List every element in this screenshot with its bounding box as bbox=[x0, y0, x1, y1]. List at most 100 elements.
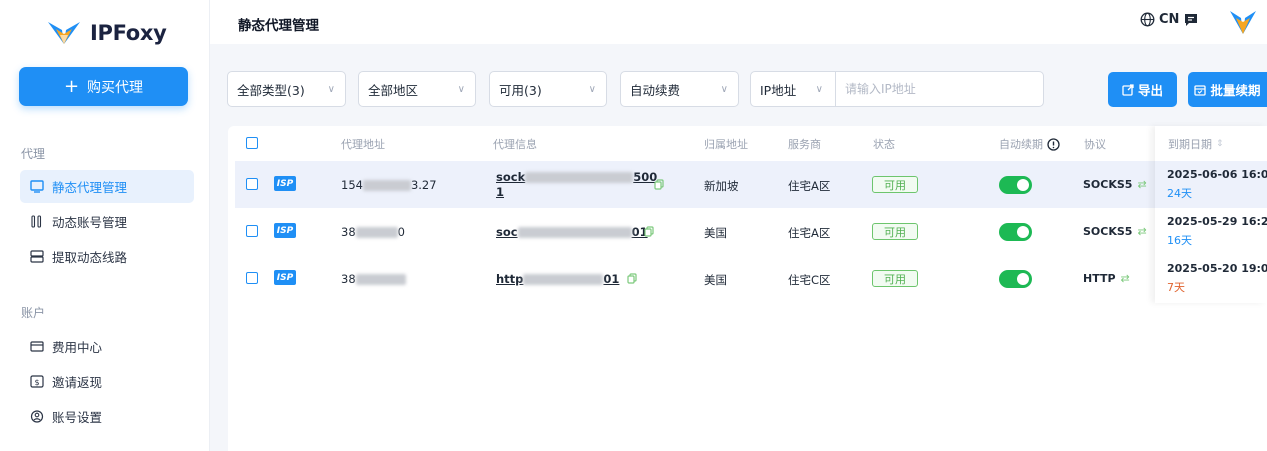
brand-name: IPFoxy bbox=[90, 21, 167, 45]
buy-proxy-button[interactable]: + 购买代理 bbox=[19, 67, 188, 106]
user-icon bbox=[30, 410, 44, 423]
status-badge: 可用 bbox=[872, 176, 918, 193]
calendar-icon bbox=[1194, 84, 1207, 96]
protocol-cell: HTTP ⇄ bbox=[1083, 272, 1130, 285]
sidebar-item-dynamic-account[interactable]: 动态账号管理 bbox=[20, 205, 194, 238]
sidebar-item-account-settings[interactable]: 账号设置 bbox=[20, 400, 194, 433]
days-remaining: 7天 bbox=[1167, 281, 1185, 294]
row-checkbox[interactable] bbox=[246, 178, 258, 190]
row-checkbox[interactable] bbox=[246, 272, 258, 284]
expiry-column: 到期日期 ⇕ 2025-06-06 16:05:01 24天 2025-05-29… bbox=[1155, 126, 1267, 303]
row-checkbox[interactable] bbox=[246, 225, 258, 237]
avatar[interactable] bbox=[1228, 8, 1258, 36]
type-filter-value: 全部类型(3) bbox=[237, 82, 305, 98]
sidebar-item-extract-lines[interactable]: 提取动态线路 bbox=[20, 240, 194, 273]
copy-icon[interactable] bbox=[654, 179, 664, 190]
proxy-info-link[interactable]: sock 500 1 bbox=[496, 170, 657, 200]
language-label: CN bbox=[1159, 12, 1180, 27]
address-prefix: 38 bbox=[341, 272, 356, 286]
auto-renew-header-label: 自动续期 bbox=[999, 138, 1043, 151]
batch-renew-button[interactable]: 批量续期 bbox=[1188, 72, 1267, 107]
address-suffix: 0 bbox=[397, 225, 405, 239]
ip-search-group: IP地址 ∨ bbox=[750, 71, 1044, 107]
card-icon bbox=[30, 341, 44, 352]
proxy-info-link[interactable]: soc 01 bbox=[496, 225, 648, 239]
server-icon bbox=[30, 250, 44, 263]
ip-search-input[interactable] bbox=[836, 72, 1043, 106]
select-all-checkbox[interactable] bbox=[246, 137, 258, 149]
language-switcher[interactable]: CN bbox=[1140, 12, 1179, 27]
swap-icon[interactable]: ⇄ bbox=[1137, 178, 1146, 191]
protocol-label: HTTP bbox=[1083, 272, 1116, 285]
auto-renew-toggle[interactable] bbox=[999, 176, 1032, 194]
info-prefix: sock bbox=[496, 170, 526, 184]
column-header-info: 代理信息 bbox=[493, 138, 537, 151]
export-label: 导出 bbox=[1137, 83, 1163, 98]
brand-logo[interactable]: IPFoxy bbox=[46, 20, 167, 46]
type-filter-select[interactable]: 全部类型(3) ∨ bbox=[227, 71, 346, 107]
copy-icon[interactable] bbox=[644, 226, 654, 237]
message-icon[interactable] bbox=[1183, 12, 1199, 28]
auto-renew-toggle[interactable] bbox=[999, 270, 1032, 288]
renew-filter-select[interactable]: 自动续费 ∨ bbox=[620, 71, 739, 107]
proxy-address: 38 0 bbox=[341, 225, 405, 239]
info-icon[interactable] bbox=[1047, 137, 1060, 151]
sidebar-item-static-proxy[interactable]: 静态代理管理 bbox=[20, 170, 194, 203]
protocol-cell: SOCKS5 ⇄ bbox=[1083, 178, 1147, 191]
address-prefix: 38 bbox=[341, 225, 356, 239]
table-row[interactable]: ISP 154 3.27 sock 500 1 新加坡 住宅A区 可用 SOCKS5… bbox=[235, 161, 1267, 208]
provider-cell: 住宅A区 bbox=[788, 226, 831, 240]
sidebar-item-label: 邀请返现 bbox=[52, 375, 103, 390]
monitor-icon bbox=[30, 180, 44, 193]
chevron-down-icon: ∨ bbox=[588, 83, 596, 95]
expiry-header-label: 到期日期 bbox=[1168, 138, 1212, 151]
sidebar-item-billing[interactable]: 费用中心 bbox=[20, 330, 194, 363]
protocol-label: SOCKS5 bbox=[1083, 225, 1133, 238]
isp-badge: ISP bbox=[274, 176, 296, 191]
availability-filter-select[interactable]: 可用(3) ∨ bbox=[489, 71, 607, 107]
swap-icon[interactable]: ⇄ bbox=[1121, 272, 1130, 285]
table-row[interactable]: ISP 38 http 01 美国 住宅C区 可用 HTTP ⇄ bbox=[235, 255, 1267, 302]
fox-logo-icon bbox=[48, 22, 80, 44]
sidebar-item-label: 提取动态线路 bbox=[52, 250, 128, 265]
protocol-cell: SOCKS5 ⇄ bbox=[1083, 225, 1147, 238]
expiry-date: 2025-06-06 16:05:01 bbox=[1167, 168, 1267, 181]
info-prefix: soc bbox=[496, 225, 518, 239]
renew-filter-value: 自动续费 bbox=[630, 82, 681, 98]
sort-icon: ⇕ bbox=[1216, 139, 1224, 149]
svg-text:$: $ bbox=[34, 378, 39, 387]
redacted-blur bbox=[355, 227, 398, 238]
sidebar-item-referral[interactable]: $ 邀请返现 bbox=[20, 365, 194, 398]
swap-icon[interactable]: ⇄ bbox=[1137, 225, 1146, 238]
isp-badge: ISP bbox=[274, 270, 296, 285]
redacted-blur bbox=[355, 274, 406, 285]
section-account-title: 账户 bbox=[21, 306, 46, 320]
info-suffix: 01 bbox=[603, 272, 620, 286]
column-header-protocol: 协议 bbox=[1084, 138, 1106, 151]
chevron-down-icon: ∨ bbox=[720, 83, 728, 95]
chevron-down-icon: ∨ bbox=[457, 83, 465, 95]
auto-renew-toggle[interactable] bbox=[999, 223, 1032, 241]
table-row[interactable]: ISP 38 0 soc 01 美国 住宅A区 可用 SOCKS5 ⇄ bbox=[235, 208, 1267, 255]
export-button[interactable]: 导出 bbox=[1108, 72, 1177, 107]
proxy-info-link[interactable]: http 01 bbox=[496, 272, 619, 286]
column-header-provider: 服务商 bbox=[788, 138, 821, 151]
protocol-label: SOCKS5 bbox=[1083, 178, 1133, 191]
redacted-blur bbox=[362, 180, 411, 191]
globe-icon bbox=[1140, 12, 1155, 27]
sidebar-item-label: 静态代理管理 bbox=[52, 180, 128, 195]
column-header-address: 代理地址 bbox=[341, 138, 385, 151]
plus-icon: + bbox=[63, 75, 80, 97]
region-filter-select[interactable]: 全部地区 ∨ bbox=[358, 71, 476, 107]
days-remaining: 16天 bbox=[1167, 234, 1192, 247]
proxy-address: 154 3.27 bbox=[341, 178, 437, 192]
chevron-down-icon: ∨ bbox=[327, 83, 335, 95]
days-remaining: 24天 bbox=[1167, 187, 1192, 200]
copy-icon[interactable] bbox=[627, 273, 637, 284]
expiry-date: 2025-05-29 16:22:01 bbox=[1167, 215, 1267, 228]
column-header-expiry[interactable]: 到期日期 ⇕ bbox=[1168, 136, 1224, 152]
page-title: 静态代理管理 bbox=[238, 18, 319, 34]
ip-field-select[interactable]: IP地址 ∨ bbox=[751, 72, 836, 106]
export-icon bbox=[1122, 83, 1134, 96]
address-prefix: 154 bbox=[341, 178, 363, 192]
